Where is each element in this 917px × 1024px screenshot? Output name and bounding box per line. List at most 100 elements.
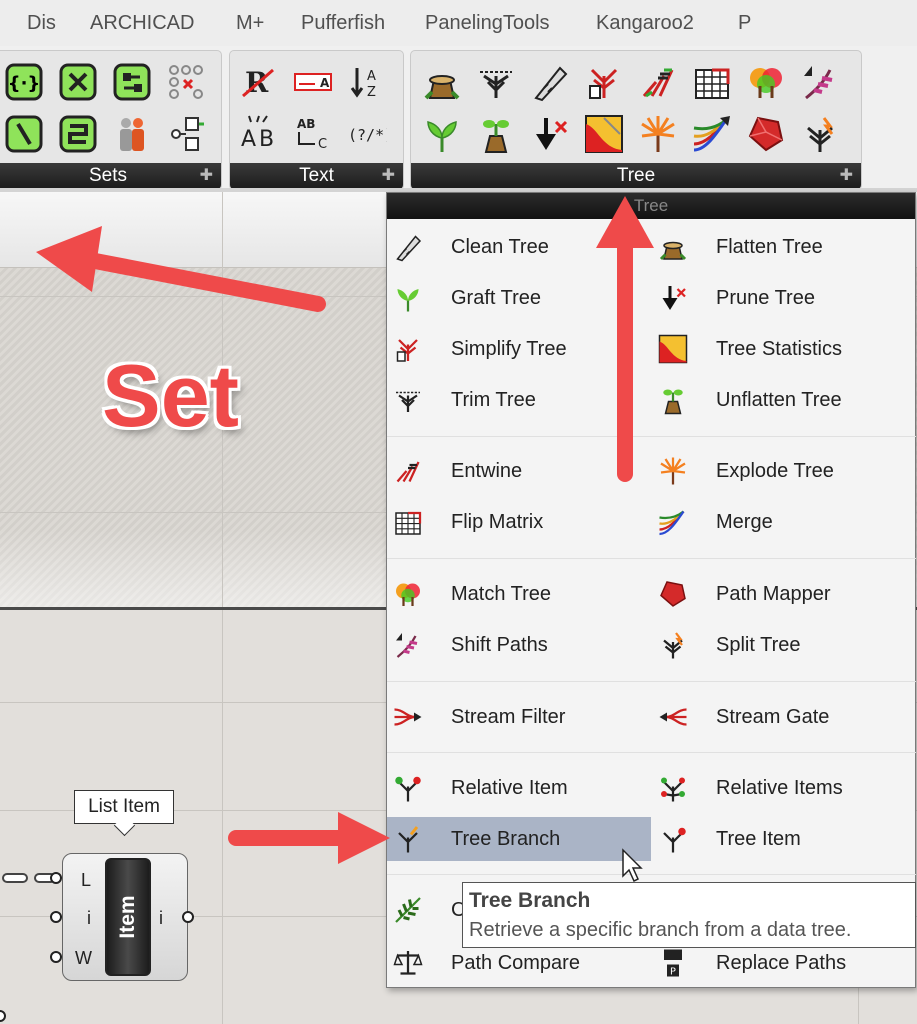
menu-item-label: Relative Items [716,776,843,799]
svg-text:A: A [241,127,256,152]
path-mapper-icon[interactable] [745,113,787,155]
sort-text-icon[interactable]: AZ [346,61,388,103]
component-body[interactable]: Item [105,858,151,976]
unflatten-tree-icon [658,385,688,415]
svg-text:A: A [320,76,330,90]
input-grip-i[interactable] [50,911,62,923]
menu-item-flatten-tree[interactable]: Flatten Tree [652,225,916,269]
simplify-tree-icon [393,334,423,364]
menu-item-shift-paths[interactable]: Shift Paths [387,623,651,667]
input-grip-l[interactable] [50,872,62,884]
tab-panelingtools[interactable]: PanelingTools [425,12,550,35]
menu-item-flip-matrix[interactable]: Flip Matrix [387,500,651,544]
text-length-icon[interactable]: A [292,61,334,103]
key-value-icon[interactable] [165,113,207,155]
tab-archicad[interactable]: ARCHICAD [90,12,194,35]
flatten-tree-icon[interactable] [421,61,463,103]
menu-item-label: Stream Filter [451,705,566,728]
trim-tree-icon[interactable] [475,61,517,103]
menu-item-simplify-tree[interactable]: Simplify Tree [387,327,651,371]
menu-item-tree-item[interactable]: Tree Item [652,817,916,861]
input-grip-w[interactable] [50,951,62,963]
menu-item-match-tree[interactable]: Match Tree [387,572,651,616]
unflatten-tree-icon[interactable] [475,113,517,155]
menu-item-relative-items[interactable]: Relative Items [652,766,916,810]
text-fragment-icon[interactable]: R [238,61,280,103]
menu-item-label: Simplify Tree [451,337,567,360]
replace-members-icon[interactable] [165,61,207,103]
set-union-icon[interactable]: {·} [3,61,45,103]
merge-icon[interactable] [691,113,733,155]
tree-statistics-icon [658,334,688,364]
flip-matrix-icon[interactable] [691,61,733,103]
menu-item-split-tree[interactable]: Split Tree [652,623,916,667]
output-i-label: i [159,908,163,928]
sets-panel: {·} Sets ✚ [0,50,222,190]
construct-path-icon [393,895,423,925]
match-tree-icon[interactable] [745,61,787,103]
expand-icon[interactable]: ✚ [382,163,395,189]
menu-item-tree-branch[interactable]: Tree Branch [387,817,651,861]
menu-item-path-mapper[interactable]: Path Mapper [652,572,916,616]
menu-item-stream-filter[interactable]: Stream Filter [387,695,651,739]
line-set-icon[interactable] [3,113,45,155]
tab-dis[interactable]: Dis [27,12,56,35]
menu-item-label: Trim Tree [451,388,536,411]
tab-m-plus[interactable]: M+ [236,12,264,35]
concatenate-icon[interactable]: AB C [292,113,334,155]
member-index-icon[interactable] [111,113,153,155]
svg-text:P: P [670,966,676,977]
entwine-icon[interactable] [637,61,679,103]
menu-item-trim-tree[interactable]: Trim Tree [387,378,651,422]
menu-item-relative-item[interactable]: Relative Item [387,766,651,810]
menu-item-unflatten-tree[interactable]: Unflatten Tree [652,378,916,422]
characters-icon[interactable]: AB [238,113,280,155]
list-item-component[interactable]: L i W Item i [62,853,188,981]
tree-dropdown-menu: Tree Clean Tree Flatten Tree Graft Tree … [386,192,916,988]
sets-panel-label: Sets [88,165,128,186]
shift-paths-icon[interactable] [799,61,841,103]
clean-tree-icon[interactable] [529,61,571,103]
tab-kangaroo2[interactable]: Kangaroo2 [596,12,694,35]
menu-item-prune-tree[interactable]: Prune Tree [652,276,916,320]
menu-item-tree-statistics[interactable]: Tree Statistics [652,327,916,371]
text-match-icon[interactable]: (?/*) [346,113,388,155]
sets-panel-footer[interactable]: Sets ✚ [0,163,221,189]
relative-items-icon [658,773,688,803]
flatten-tree-icon [658,232,688,262]
output-grip-i[interactable] [182,911,194,923]
tab-p[interactable]: P [738,12,751,35]
tree-statistics-icon[interactable] [583,113,625,155]
trim-tree-icon [393,385,423,415]
entwine-icon [393,456,423,486]
menu-item-clean-tree[interactable]: Clean Tree [387,225,651,269]
explode-tree-icon[interactable] [637,113,679,155]
set-difference-icon[interactable] [57,61,99,103]
menu-item-stream-gate[interactable]: Stream Gate [652,695,916,739]
explode-tree-icon [658,456,688,486]
split-tree-icon[interactable] [799,113,841,155]
clean-tree-icon [393,232,423,262]
prune-tree-icon[interactable] [529,113,571,155]
menu-item-label: Replace Paths [716,951,847,974]
menu-item-label: Merge [716,510,773,533]
set-intersection-icon[interactable] [57,113,99,155]
shift-paths-icon [393,630,423,660]
menu-item-label: Split Tree [716,633,801,656]
set-majority-icon[interactable] [111,61,153,103]
menu-item-label: Tree Item [716,827,801,850]
tab-pufferfish[interactable]: Pufferfish [301,12,385,35]
menu-item-graft-tree[interactable]: Graft Tree [387,276,651,320]
menu-item-entwine[interactable]: Entwine [387,449,651,493]
simplify-tree-icon[interactable] [583,61,625,103]
graft-tree-icon[interactable] [421,113,463,155]
menu-item-merge[interactable]: Merge [652,500,916,544]
menu-item-explode-tree[interactable]: Explode Tree [652,449,916,493]
menu-item-label: Tree Statistics [716,337,842,360]
expand-icon[interactable]: ✚ [200,163,213,189]
tree-panel-footer[interactable]: Tree ✚ [411,163,861,189]
expand-icon[interactable]: ✚ [840,163,853,189]
svg-text:A: A [367,69,376,84]
menu-separator [387,436,916,437]
text-panel-footer[interactable]: Text ✚ [230,163,403,189]
